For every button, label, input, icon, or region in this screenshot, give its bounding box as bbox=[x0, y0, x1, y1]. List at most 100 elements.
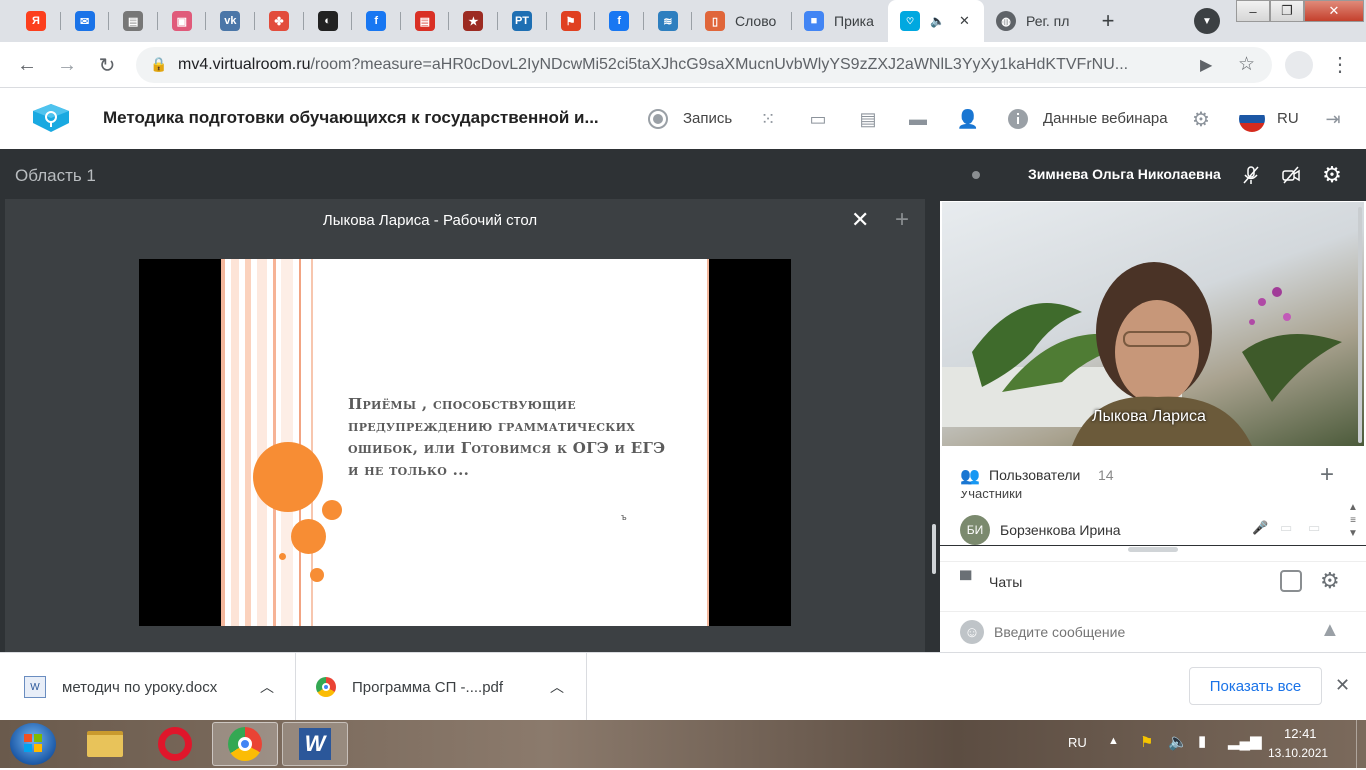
mic-off-icon[interactable] bbox=[1238, 162, 1264, 188]
browser-tab[interactable]: ⚑ bbox=[547, 0, 595, 42]
browser-tab[interactable]: f bbox=[352, 0, 400, 42]
close-panel-icon[interactable]: ✕ bbox=[851, 207, 869, 233]
browser-tab[interactable]: ★ bbox=[449, 0, 497, 42]
profile-avatar-icon[interactable] bbox=[1285, 51, 1313, 79]
lock-icon[interactable]: 🔒 bbox=[150, 56, 167, 73]
language-label[interactable]: RU bbox=[1277, 110, 1299, 127]
browser-tab[interactable]: ▤ bbox=[109, 0, 157, 42]
browser-tab[interactable]: ▤ bbox=[401, 0, 449, 42]
minimize-button[interactable]: – bbox=[1236, 0, 1270, 22]
windows-taskbar: W RU ▲ ⚑ 🔈 ▮ ▂▄▆ 12:41 13.10.2021 bbox=[0, 720, 1366, 768]
status-dot-icon bbox=[972, 171, 980, 179]
browser-tab[interactable]: f bbox=[595, 0, 643, 42]
close-window-button[interactable]: ✕ bbox=[1304, 0, 1364, 22]
user-list-item[interactable]: БИ Борзенкова Ирина 🎤 ▭ ▭ bbox=[940, 511, 1366, 547]
browser-tab[interactable]: ▣ bbox=[158, 0, 206, 42]
forward-button[interactable]: → bbox=[52, 50, 82, 80]
photo-icon: ▣ bbox=[171, 11, 192, 31]
download-item[interactable]: W методич по уроку.docx ︿ bbox=[24, 653, 294, 721]
back-button[interactable]: ← bbox=[12, 50, 42, 80]
browser-tab[interactable]: ✉ bbox=[61, 0, 109, 42]
send-icon[interactable]: ▲ bbox=[1320, 619, 1340, 642]
video-scrollbar[interactable] bbox=[1358, 207, 1362, 443]
vk-icon: vk bbox=[220, 11, 241, 31]
volume-icon[interactable]: 🔈 bbox=[1168, 732, 1188, 752]
opera-taskbar-icon[interactable] bbox=[142, 722, 208, 766]
download-item[interactable]: Программа СП -....pdf ︿ bbox=[316, 653, 586, 721]
russia-flag-icon[interactable] bbox=[1239, 106, 1265, 132]
chat-bubble-icon: ▀ bbox=[960, 572, 972, 589]
chat-export-icon[interactable] bbox=[1280, 570, 1302, 592]
add-panel-icon[interactable]: + bbox=[895, 206, 909, 234]
add-user-icon[interactable]: + bbox=[1320, 461, 1334, 489]
message-input[interactable] bbox=[994, 620, 1294, 644]
section-resize-handle[interactable] bbox=[1128, 547, 1178, 552]
tab-search-icon[interactable]: ▼ bbox=[1194, 8, 1220, 34]
dark-app-icon: ◐ bbox=[317, 11, 338, 31]
power-icon[interactable]: ▮ bbox=[1198, 732, 1206, 750]
maximize-button[interactable]: ❐ bbox=[1270, 0, 1304, 22]
bookmark-star-icon[interactable]: ☆ bbox=[1238, 53, 1255, 76]
users-scrollbar[interactable]: ▲ ≡ ▼ bbox=[1346, 501, 1360, 541]
action-center-flag-icon[interactable]: ⚑ bbox=[1140, 733, 1153, 751]
record-icon[interactable] bbox=[647, 108, 669, 130]
panel-resize-handle[interactable] bbox=[932, 524, 936, 574]
show-desktop-button[interactable] bbox=[1356, 720, 1366, 768]
start-button[interactable] bbox=[10, 723, 56, 765]
emoji-icon[interactable]: ☺ bbox=[960, 620, 984, 644]
new-tab-button[interactable]: + bbox=[1094, 7, 1122, 35]
exit-icon[interactable]: ⇥ bbox=[1322, 108, 1344, 130]
globe-icon: ◍ bbox=[996, 11, 1016, 31]
chats-section-header[interactable]: ▀ Чаты ⚙ bbox=[940, 561, 1366, 601]
slide-decor-circle bbox=[253, 442, 323, 512]
browser-tab[interactable]: ≋ bbox=[644, 0, 692, 42]
browser-tab[interactable]: ✤ bbox=[255, 0, 303, 42]
tray-expand-icon[interactable]: ▲ bbox=[1108, 735, 1119, 747]
video-participant-label: Лыкова Лариса bbox=[1092, 408, 1206, 425]
reload-button[interactable]: ↻ bbox=[92, 50, 122, 80]
browser-tab[interactable]: Я bbox=[12, 0, 60, 42]
explorer-taskbar-icon[interactable] bbox=[72, 722, 138, 766]
chrome-taskbar-icon[interactable] bbox=[212, 722, 278, 766]
downloads-bar: W методич по уроку.docx ︿ Программа СП -… bbox=[0, 652, 1366, 721]
tab-prikaz[interactable]: ■ Прика bbox=[792, 0, 888, 42]
close-tab-icon[interactable]: ✕ bbox=[959, 13, 970, 29]
clock-date[interactable]: 13.10.2021 bbox=[1268, 746, 1328, 760]
message-composer: ☺ ▲ bbox=[940, 611, 1366, 651]
browser-tab[interactable]: ◐ bbox=[304, 0, 352, 42]
tab-reg-plan[interactable]: ◍ Рег. пл bbox=[984, 0, 1080, 42]
menu-kebab-icon[interactable]: ⋮ bbox=[1330, 52, 1350, 77]
chevron-up-icon[interactable]: ︿ bbox=[260, 677, 274, 697]
chevron-up-icon[interactable]: ︿ bbox=[550, 677, 564, 697]
camera-off-icon[interactable] bbox=[1278, 162, 1304, 188]
camera-icon[interactable]: ▶ bbox=[1200, 55, 1212, 75]
users-section-header[interactable]: 👥 Пользователи 14 + bbox=[940, 455, 1366, 495]
chat-settings-icon[interactable]: ⚙ bbox=[1320, 568, 1340, 594]
tab-label: Рег. пл bbox=[1026, 13, 1070, 29]
record-label[interactable]: Запись bbox=[683, 110, 732, 127]
browser-tab[interactable]: vk bbox=[206, 0, 254, 42]
tab-slovo[interactable]: ▯ Слово bbox=[693, 0, 789, 42]
close-downloads-icon[interactable]: ✕ bbox=[1335, 675, 1350, 696]
browser-tab[interactable]: РТ bbox=[498, 0, 546, 42]
presenter-settings-icon[interactable]: ⚙ bbox=[1319, 162, 1345, 188]
word-taskbar-icon[interactable]: W bbox=[282, 722, 348, 766]
screen-share-icon[interactable]: ▭ bbox=[807, 108, 829, 130]
virtualroom-logo-icon[interactable] bbox=[30, 101, 72, 135]
webinar-data-label[interactable]: Данные вебинара bbox=[1043, 110, 1168, 127]
yandex-icon: Я bbox=[26, 11, 46, 31]
layout-grid-icon[interactable]: ⁙ bbox=[757, 108, 779, 130]
info-icon[interactable] bbox=[1007, 108, 1029, 130]
input-language[interactable]: RU bbox=[1068, 735, 1087, 750]
speaker-icon[interactable]: 🔈 bbox=[930, 14, 945, 28]
address-bar[interactable]: 🔒 mv4.virtualroom.ru/room?measure=aHR0cD… bbox=[136, 47, 1272, 83]
settings-gear-icon[interactable]: ⚙ bbox=[1190, 108, 1212, 131]
presentation-icon[interactable]: ▤ bbox=[857, 108, 879, 130]
folder-icon[interactable]: ▬ bbox=[907, 108, 929, 130]
show-all-downloads-button[interactable]: Показать все bbox=[1189, 667, 1322, 705]
network-signal-icon[interactable]: ▂▄▆ bbox=[1228, 732, 1262, 750]
clock-time[interactable]: 12:41 bbox=[1284, 726, 1317, 741]
user-settings-icon[interactable]: 👤 bbox=[957, 108, 979, 130]
tab-virtualroom[interactable]: ♡ 🔈 ✕ bbox=[888, 0, 984, 42]
app-header: Методика подготовки обучающихся к госуда… bbox=[0, 89, 1366, 149]
